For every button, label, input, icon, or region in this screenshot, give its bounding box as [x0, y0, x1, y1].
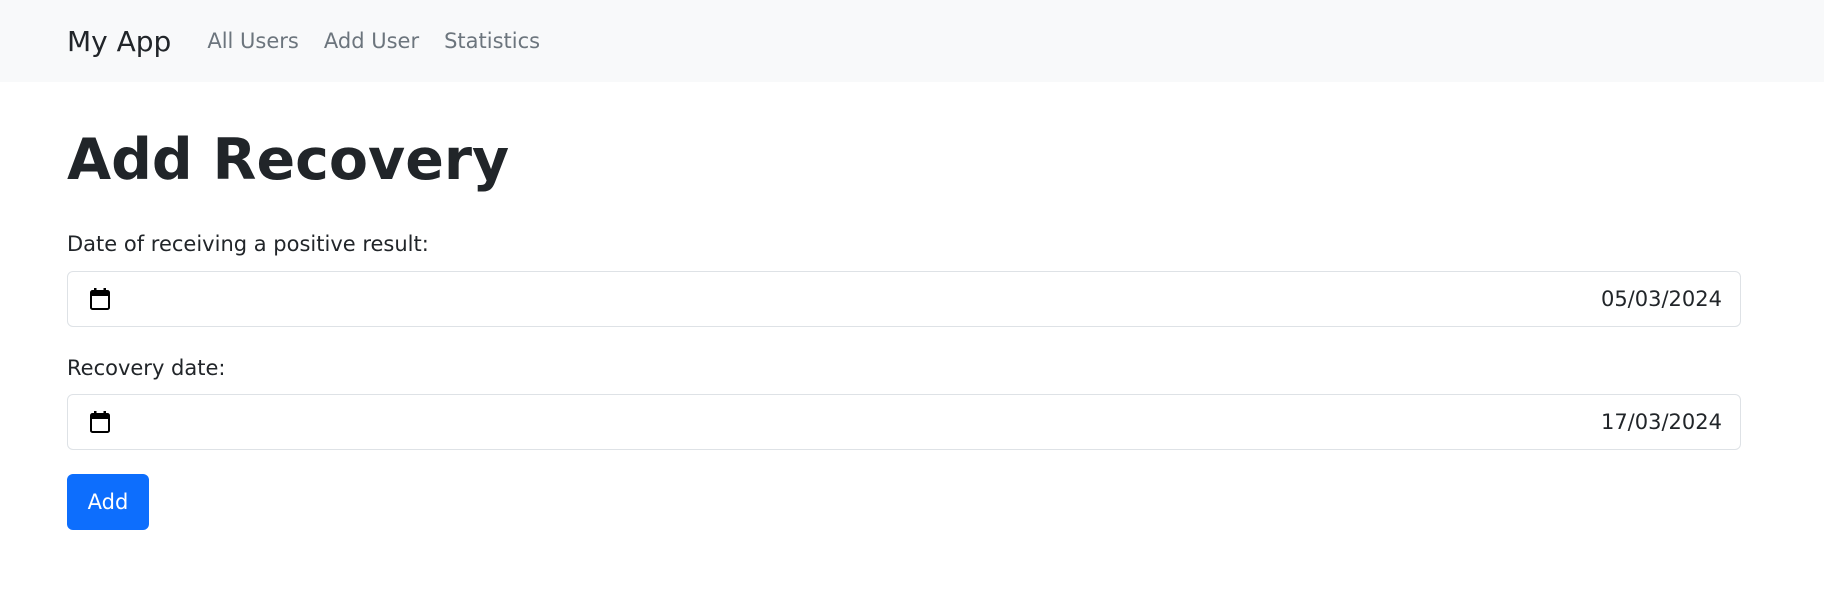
- page-title: Add Recovery: [67, 127, 510, 193]
- navbar: My App All Users Add User Statistics: [0, 0, 1824, 82]
- calendar-icon[interactable]: [90, 287, 110, 310]
- positive-date-input[interactable]: 05/03/2024: [67, 270, 1741, 327]
- brand-link[interactable]: My App: [67, 25, 171, 58]
- add-button[interactable]: Add: [67, 473, 149, 530]
- nav-link-all-users[interactable]: All Users: [207, 29, 299, 53]
- recovery-date-input[interactable]: 17/03/2024: [67, 393, 1741, 450]
- positive-date-group: Date of receiving a positive result: 05/…: [67, 232, 1741, 327]
- main-content: Add Recovery Date of receiving a positiv…: [0, 126, 1824, 530]
- recovery-date-label: Recovery date:: [67, 355, 226, 380]
- recovery-date-value: 17/03/2024: [1600, 409, 1722, 434]
- calendar-icon[interactable]: [90, 410, 110, 433]
- nav-link-statistics[interactable]: Statistics: [444, 29, 540, 53]
- positive-date-value: 05/03/2024: [1600, 286, 1722, 311]
- positive-date-label: Date of receiving a positive result:: [67, 232, 429, 257]
- recovery-date-group: Recovery date: 17/03/2024: [67, 356, 1741, 450]
- nav-link-add-user[interactable]: Add User: [324, 29, 419, 53]
